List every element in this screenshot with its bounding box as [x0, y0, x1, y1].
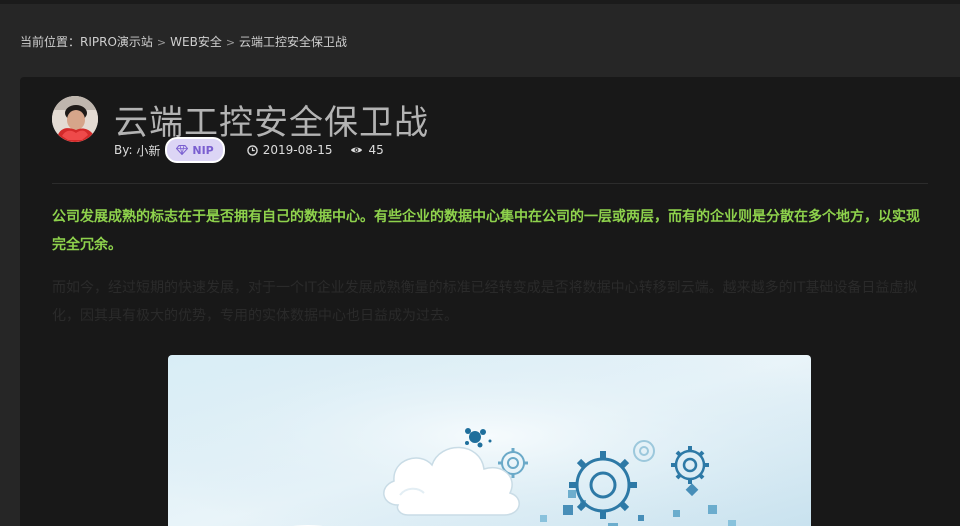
author-avatar[interactable] — [52, 96, 98, 142]
diamond-icon — [176, 145, 189, 155]
avatar-image — [52, 96, 98, 142]
breadcrumb: 当前位置：RIPRO演示站 > WEB安全 > 云端工控安全保卫战 — [20, 33, 347, 50]
breadcrumb-separator: > — [156, 36, 167, 49]
breadcrumb-prefix: 当前位置： — [20, 35, 81, 49]
breadcrumb-link-category[interactable]: WEB安全 — [170, 35, 222, 49]
top-bar — [0, 0, 960, 4]
eye-icon — [351, 147, 363, 153]
views-text: 45 — [368, 143, 384, 157]
article-meta: By: 小新 NIP 2019-08-15 45 — [114, 137, 384, 163]
article-paragraph: 而如今，经过短期的快速发展，对于一个IT企业发展成熟衡量的标准已经转变成是否将数… — [52, 280, 918, 324]
view-count: 45 — [350, 143, 384, 157]
breadcrumb-link-home[interactable]: RIPRO演示站 — [80, 35, 153, 49]
publish-date: 2019-08-15 — [246, 143, 333, 157]
article-hero-image — [168, 355, 811, 526]
cloud-gears-illustration — [168, 355, 811, 526]
author-prefix: By: — [114, 143, 133, 157]
breadcrumb-current: 云端工控安全保卫战 — [239, 35, 348, 49]
header-divider — [52, 183, 928, 184]
article-card: 云端工控安全保卫战 By: 小新 NIP 2019-08-15 45 公司发展成… — [20, 77, 960, 526]
badge-label: NIP — [192, 143, 214, 157]
breadcrumb-separator: > — [225, 36, 236, 49]
clock-icon — [246, 144, 258, 156]
article-lead: 公司发展成熟的标志在于是否拥有自己的数据中心。有些企业的数据中心集中在公司的一层… — [52, 209, 920, 253]
member-badge: NIP — [165, 137, 225, 163]
author-name[interactable]: 小新 — [136, 142, 160, 159]
date-text: 2019-08-15 — [262, 143, 333, 157]
